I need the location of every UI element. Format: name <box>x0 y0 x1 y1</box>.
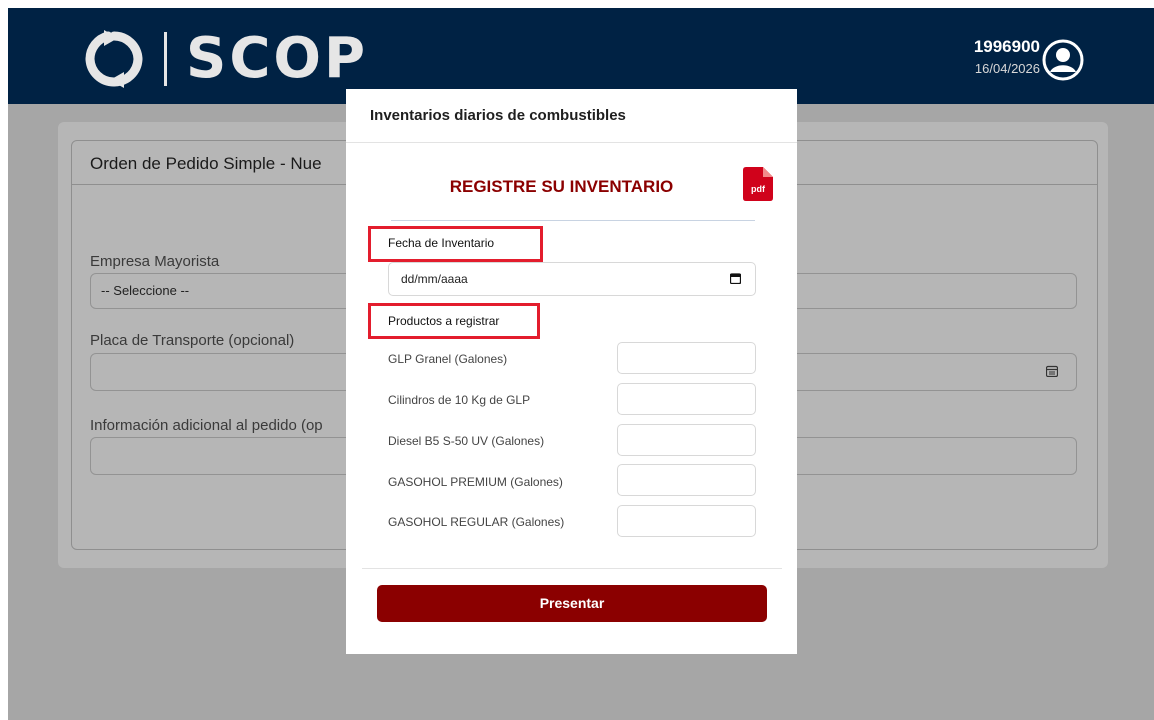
calendar-icon[interactable] <box>730 273 741 284</box>
pdf-icon[interactable]: pdf <box>743 167 773 201</box>
productos-registrar-label: Productos a registrar <box>388 314 500 328</box>
modal-footer-divider <box>362 568 782 569</box>
select-value: -- Seleccione -- <box>101 283 190 298</box>
register-heading-text: REGISTRE SU INVENTARIO <box>449 177 674 196</box>
date-placeholder: dd/mm/aaaa <box>401 272 468 286</box>
card-title: Orden de Pedido Simple - Nue <box>90 154 322 173</box>
modal-header-divider <box>346 142 797 143</box>
product-input-glp-granel[interactable] <box>617 342 756 374</box>
fecha-inventario-label: Fecha de Inventario <box>388 236 495 250</box>
label-empresa-mayorista: Empresa Mayorista <box>90 253 220 270</box>
product-label-cilindros-glp: Cilindros de 10 Kg de GLP <box>388 393 531 407</box>
page-left-margin <box>0 8 8 720</box>
page-top-margin <box>0 0 1154 8</box>
user-avatar-icon[interactable] <box>1042 39 1084 81</box>
product-input-diesel-b5[interactable] <box>617 424 756 456</box>
heading-underline <box>391 220 755 221</box>
calendar-icon[interactable] <box>1046 365 1058 377</box>
logo-divider <box>164 32 167 86</box>
session-date: 16/04/2026 <box>974 61 1040 76</box>
modal-title: Inventarios diarios de combustibles <box>370 107 626 124</box>
label-informacion-adicional: Información adicional al pedido (op <box>90 417 323 434</box>
fecha-inventario-input[interactable]: dd/mm/aaaa <box>388 262 756 296</box>
logo: SCOP <box>78 28 408 90</box>
logo-text: SCOP <box>186 26 369 91</box>
inventory-modal: Inventarios diarios de combustibles REGI… <box>346 89 797 654</box>
product-input-gasohol-premium[interactable] <box>617 464 756 496</box>
register-heading: REGISTRE SU INVENTARIO <box>346 177 797 197</box>
label-placa-transporte: Placa de Transporte (opcional) <box>90 332 295 349</box>
product-input-cilindros-glp[interactable] <box>617 383 756 415</box>
presentar-button[interactable]: Presentar <box>377 585 767 622</box>
user-id: 1996900 <box>973 37 1040 56</box>
product-label-gasohol-regular: GASOHOL REGULAR (Galones) <box>388 515 565 529</box>
pdf-label: pdf <box>751 184 766 194</box>
product-input-gasohol-regular[interactable] <box>617 505 756 537</box>
product-label-gasohol-premium: GASOHOL PREMIUM (Galones) <box>388 475 563 489</box>
refresh-logo-icon <box>85 30 143 88</box>
product-label-diesel-b5: Diesel B5 S-50 UV (Galones) <box>388 434 545 448</box>
product-label-glp-granel: GLP Granel (Galones) <box>388 352 508 366</box>
